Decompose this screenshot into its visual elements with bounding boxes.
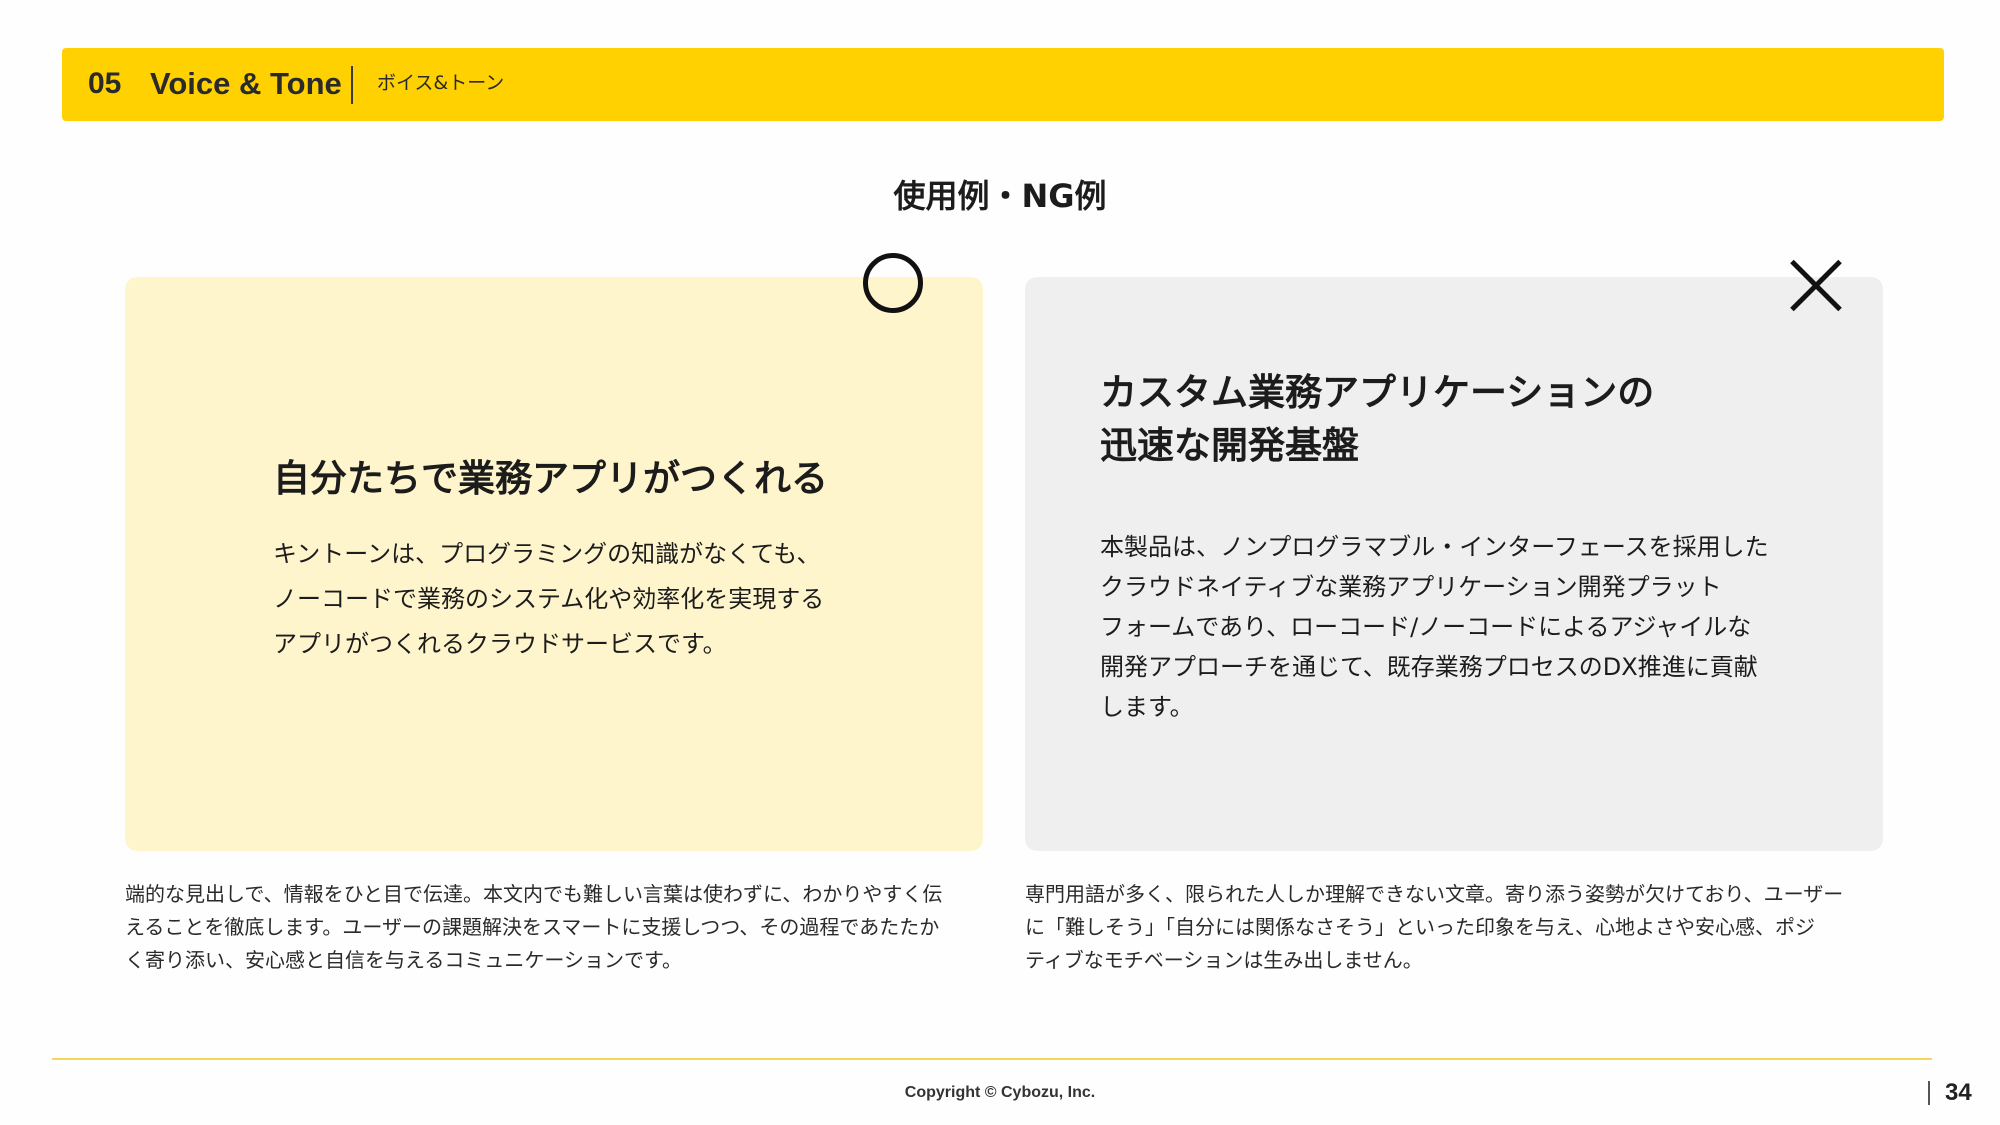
good-body-line: ノーコードで業務のシステム化や効率化を実現する bbox=[273, 585, 825, 613]
page-number: 34 bbox=[1945, 1079, 1972, 1106]
section-header-bar: 05 Voice & Tone ボイス&トーン bbox=[62, 48, 1944, 121]
good-note-line: 端的な見出しで、情報をひと目で伝達。本文内でも難しい言葉は使わずに、わかりやすく… bbox=[125, 882, 943, 906]
circle-ok-icon bbox=[863, 253, 923, 313]
bad-body-line: クラウドネイティブな業務アプリケーション開発プラット bbox=[1100, 573, 1722, 601]
section-subtitle: ボイス&トーン bbox=[377, 72, 505, 94]
page-heading: 使用例・NG例 bbox=[893, 177, 1107, 215]
footer-rule bbox=[52, 1058, 1932, 1060]
good-note-line: えることを徹底します。ユーザーの課題解決をスマートに支援しつつ、その過程であたた… bbox=[125, 915, 940, 939]
bad-body-line: 開発アプローチを通じて、既存業務プロセスのDX推進に貢献 bbox=[1100, 653, 1758, 681]
good-example-note: 端的な見出しで、情報をひと目で伝達。本文内でも難しい言葉は使わずに、わかりやすく… bbox=[125, 878, 942, 977]
bad-body-line: フォームであり、ローコード/ノーコードによるアジャイルな bbox=[1100, 613, 1752, 641]
good-example-body: キントーンは、プログラミングの知識がなくても、 ノーコードで業務のシステム化や効… bbox=[273, 532, 824, 667]
bad-body-line: します。 bbox=[1100, 693, 1194, 721]
bad-note-line: に「難しそう」「自分には関係なさそう」といった印象を与え、心地よさや安心感、ポジ bbox=[1025, 915, 1815, 939]
bad-headline-line: カスタム業務アプリケーションの bbox=[1100, 371, 1655, 414]
header-divider bbox=[351, 66, 353, 104]
bad-note-line: ティブなモチベーションは生み出しません。 bbox=[1025, 948, 1423, 972]
section-number: 05 bbox=[88, 67, 122, 100]
bad-body-line: 本製品は、ノンプログラマブル・インターフェースを採用した bbox=[1100, 533, 1769, 561]
cross-ng-icon bbox=[1788, 258, 1844, 314]
bad-note-line: 専門用語が多く、限られた人しか理解できない文章。寄り添う姿勢が欠けており、ユーザ… bbox=[1025, 882, 1844, 906]
good-body-line: アプリがつくれるクラウドサービスです。 bbox=[273, 630, 727, 658]
copyright-text: Copyright © Cybozu, Inc. bbox=[904, 1084, 1096, 1101]
bad-example-body: 本製品は、ノンプログラマブル・インターフェースを採用した クラウドネイティブな業… bbox=[1100, 527, 1769, 727]
bad-example-note: 専門用語が多く、限られた人しか理解できない文章。寄り添う姿勢が欠けており、ユーザ… bbox=[1025, 878, 1843, 977]
section-title: Voice & Tone bbox=[150, 66, 342, 101]
bad-headline-line: 迅速な開発基盤 bbox=[1100, 424, 1359, 467]
bad-example-headline: カスタム業務アプリケーションの 迅速な開発基盤 bbox=[1100, 366, 1654, 472]
good-example-headline: 自分たちで業務アプリがつくれる bbox=[273, 457, 828, 500]
good-note-line: く寄り添い、安心感と自信を与えるコミュニケーションです。 bbox=[125, 948, 682, 972]
good-body-line: キントーンは、プログラミングの知識がなくても、 bbox=[273, 540, 821, 568]
page-number-divider bbox=[1928, 1081, 1930, 1105]
